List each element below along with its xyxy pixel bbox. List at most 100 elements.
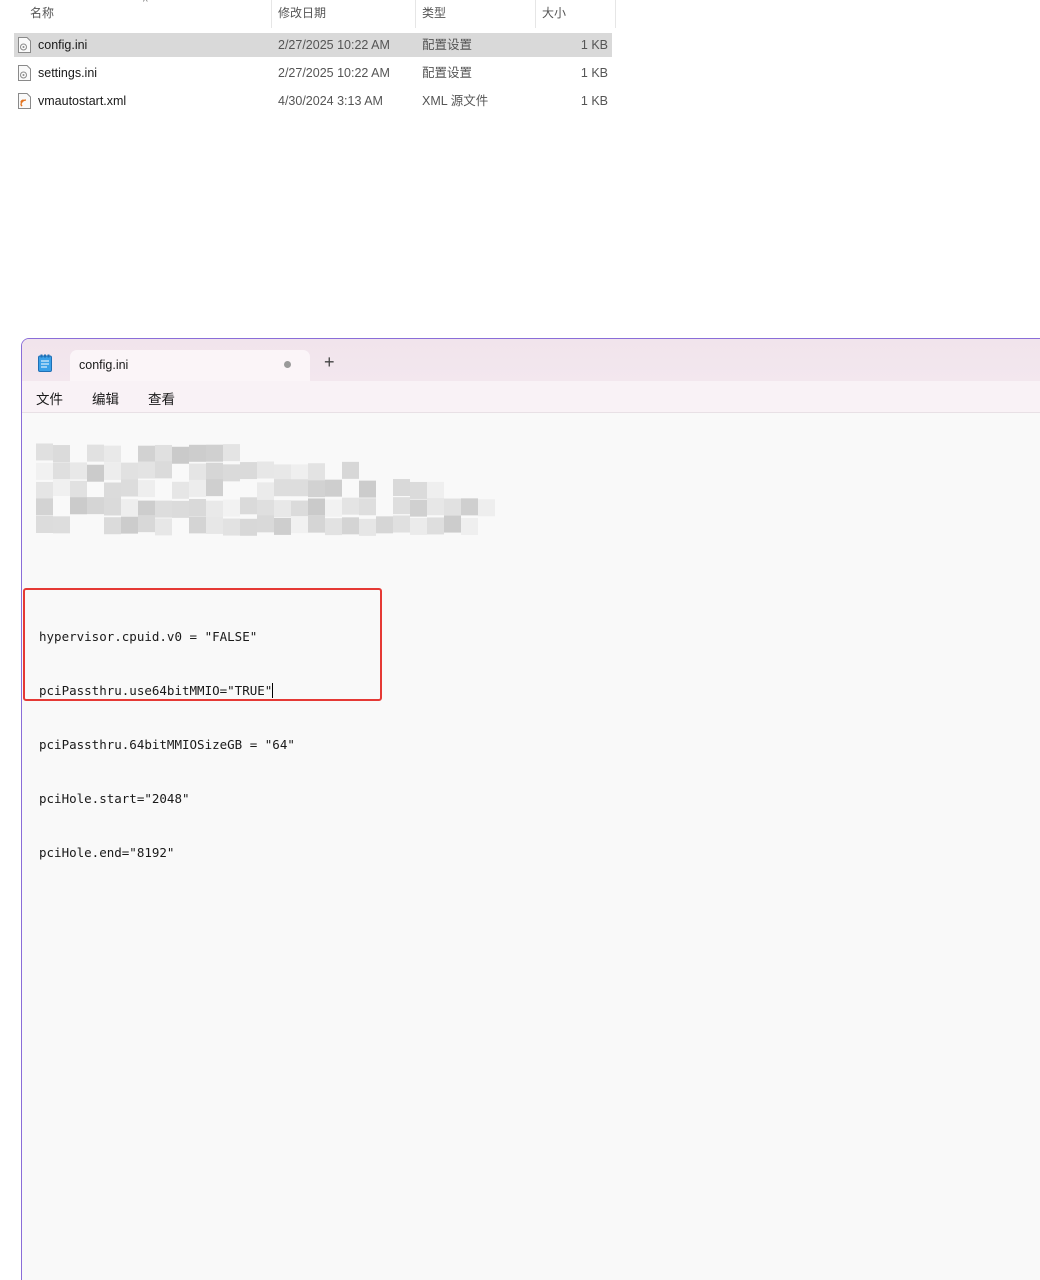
- redaction-cell: [104, 482, 121, 500]
- menu-bar: 文件 编辑 查看: [22, 381, 1040, 413]
- column-header-name[interactable]: 名称: [30, 0, 54, 28]
- file-type: 配置设置: [422, 38, 473, 52]
- redaction-cell: [444, 498, 461, 516]
- file-size: 1 KB: [580, 94, 608, 108]
- redaction-cell: [359, 480, 376, 498]
- redaction-cell: [223, 464, 240, 482]
- column-header-modified[interactable]: 修改日期: [278, 0, 326, 28]
- redaction-cell: [206, 479, 223, 497]
- redaction-cell: [53, 479, 70, 497]
- redaction-cell: [308, 463, 325, 481]
- redaction-cell: [138, 515, 155, 533]
- redaction-cell: [70, 497, 87, 515]
- redaction-cell: [393, 515, 410, 533]
- editor-line: pciPassthru.64bitMMIOSizeGB = "64": [39, 737, 295, 752]
- column-divider[interactable]: [415, 0, 416, 28]
- redaction-cell: [121, 462, 138, 480]
- red-highlight-box: [23, 588, 382, 701]
- redaction-cell: [189, 444, 206, 462]
- redaction-cell: [291, 479, 308, 497]
- redaction-cell: [172, 500, 189, 518]
- file-row-settings-ini[interactable]: settings.ini 2/27/2025 10:22 AM 配置设置 1 K…: [14, 61, 612, 85]
- redaction-cell: [155, 461, 172, 479]
- ini-file-icon: [18, 37, 31, 53]
- file-name: vmautostart.xml: [38, 94, 127, 108]
- redaction-cell: [206, 516, 223, 534]
- file-type: 配置设置: [422, 66, 473, 80]
- unsaved-changes-dot-icon[interactable]: [284, 361, 291, 368]
- redaction-cell: [291, 516, 308, 534]
- redaction-cell: [121, 499, 138, 517]
- file-row-vmautostart-xml[interactable]: vmautostart.xml 4/30/2024 3:13 AM XML 源文…: [14, 89, 612, 113]
- redaction-cell: [104, 462, 121, 480]
- redaction-cell: [138, 480, 155, 498]
- redaction-cell: [53, 462, 70, 480]
- redaction-cell: [36, 498, 53, 516]
- file-row-config-ini[interactable]: config.ini 2/27/2025 10:22 AM 配置设置 1 KB: [14, 33, 612, 57]
- redaction-cell: [53, 516, 70, 534]
- redaction-cell: [155, 444, 172, 462]
- redaction-cell: [70, 480, 87, 498]
- redaction-cell: [410, 499, 427, 517]
- redaction-cell: [189, 516, 206, 534]
- redaction-cell: [104, 445, 121, 463]
- redaction-cell: [359, 498, 376, 516]
- menu-view[interactable]: 查看: [148, 388, 175, 408]
- file-modified: 4/30/2024 3:13 AM: [278, 94, 383, 108]
- redaction-cell: [410, 481, 427, 499]
- redaction-cell: [223, 518, 240, 536]
- redaction-cell: [393, 479, 410, 497]
- redaction-cell: [36, 443, 53, 461]
- redaction-cell: [325, 479, 342, 497]
- column-divider[interactable]: [615, 0, 616, 28]
- redaction-cell: [189, 463, 206, 481]
- column-header-type[interactable]: 类型: [422, 0, 446, 28]
- redaction-cell: [155, 500, 172, 518]
- redaction-cell: [206, 500, 223, 518]
- file-size: 1 KB: [580, 38, 608, 52]
- redaction-cell: [206, 462, 223, 480]
- column-header-size[interactable]: 大小: [542, 0, 566, 28]
- title-bar[interactable]: config.ini +: [22, 339, 1040, 381]
- redaction-cell: [121, 516, 138, 534]
- file-size: 1 KB: [580, 66, 608, 80]
- redaction-cell: [291, 464, 308, 482]
- menu-edit[interactable]: 编辑: [92, 388, 119, 408]
- redaction-cell: [138, 445, 155, 463]
- tab-config-ini[interactable]: config.ini: [70, 350, 310, 381]
- column-header-row: ^ 名称 修改日期 类型 大小: [0, 0, 616, 28]
- redaction-cell: [223, 499, 240, 517]
- file-name: settings.ini: [38, 66, 98, 80]
- redaction-cell: [342, 461, 359, 479]
- redaction-cell: [206, 444, 223, 462]
- xml-file-icon: [18, 93, 31, 109]
- file-modified: 2/27/2025 10:22 AM: [278, 66, 390, 80]
- file-type: XML 源文件: [422, 94, 489, 108]
- menu-file[interactable]: 文件: [36, 388, 63, 408]
- redaction-cell: [138, 500, 155, 518]
- redaction-cell: [478, 499, 495, 517]
- redaction-cell: [189, 498, 206, 516]
- redaction-cell: [87, 444, 104, 462]
- redaction-cell: [53, 445, 70, 463]
- file-name: config.ini: [38, 38, 88, 52]
- redaction-cell: [410, 517, 427, 535]
- new-tab-button[interactable]: +: [324, 352, 335, 372]
- redacted-text-block: [36, 443, 495, 536]
- redaction-cell: [274, 479, 291, 497]
- redaction-cell: [359, 518, 376, 536]
- redaction-cell: [121, 479, 138, 497]
- redaction-cell: [274, 464, 291, 482]
- redaction-cell: [87, 464, 104, 482]
- redaction-cell: [325, 499, 342, 517]
- redaction-cell: [376, 516, 393, 534]
- redaction-cell: [393, 497, 410, 515]
- redaction-cell: [308, 515, 325, 533]
- redaction-cell: [291, 500, 308, 518]
- redaction-cell: [257, 482, 274, 500]
- column-divider[interactable]: [535, 0, 536, 28]
- redaction-cell: [70, 462, 87, 480]
- column-divider[interactable]: [271, 0, 272, 28]
- redaction-cell: [36, 516, 53, 534]
- file-explorer: ^ 名称 修改日期 类型 大小 config.ini 2/27/2025 10:…: [0, 0, 1040, 338]
